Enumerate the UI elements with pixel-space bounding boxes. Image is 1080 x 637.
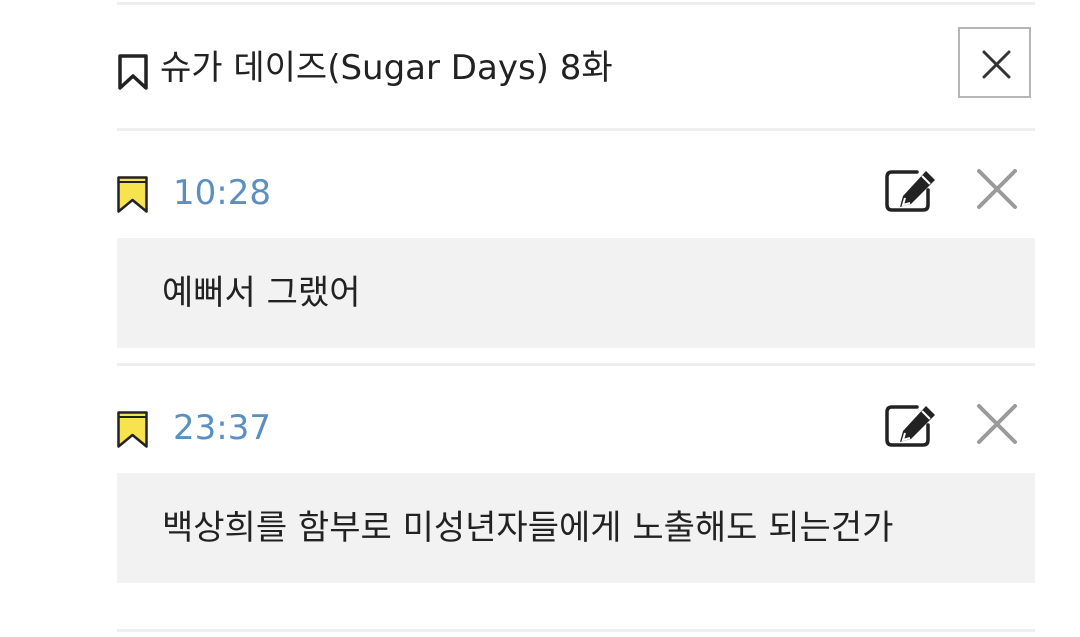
bookmark-time-link[interactable]: 10:28: [173, 173, 271, 213]
bookmark-entry: 23:37 백상희를 함부로 미성년자들에게 노출해도 되는건가: [117, 366, 1035, 584]
bookmark-note-text: 예뻐서 그랬어: [162, 273, 361, 313]
bookmark-entry: 10:28 예뻐서 그랬어: [117, 131, 1035, 349]
delete-button[interactable]: [975, 402, 1019, 446]
bookmark-note: 백상희를 함부로 미성년자들에게 노출해도 되는건가: [117, 473, 1035, 583]
delete-button[interactable]: [975, 167, 1019, 211]
close-icon: [982, 50, 1011, 79]
bookmark-yellow-icon: [117, 411, 148, 448]
edit-icon: [885, 405, 935, 447]
edit-button[interactable]: [883, 401, 939, 449]
bookmark-time-link[interactable]: 23:37: [173, 408, 271, 448]
bookmark-outline-icon: [117, 53, 149, 91]
divider: [117, 629, 1035, 632]
delete-icon: [977, 404, 1017, 444]
bookmark-note-text: 백상희를 함부로 미성년자들에게 노출해도 되는건가: [162, 508, 894, 548]
edit-icon: [885, 170, 935, 212]
delete-icon: [977, 169, 1017, 209]
close-button[interactable]: [958, 27, 1031, 98]
bookmark-yellow-icon: [117, 176, 148, 213]
page-title: 슈가 데이즈(Sugar Days) 8화: [160, 48, 613, 88]
bookmark-panel: 슈가 데이즈(Sugar Days) 8화 10:28 예뻐서 그랬어 23:3…: [117, 0, 1035, 637]
bookmark-note: 예뻐서 그랬어: [117, 238, 1035, 348]
panel-header: 슈가 데이즈(Sugar Days) 8화: [117, 5, 1035, 130]
edit-button[interactable]: [883, 166, 939, 214]
